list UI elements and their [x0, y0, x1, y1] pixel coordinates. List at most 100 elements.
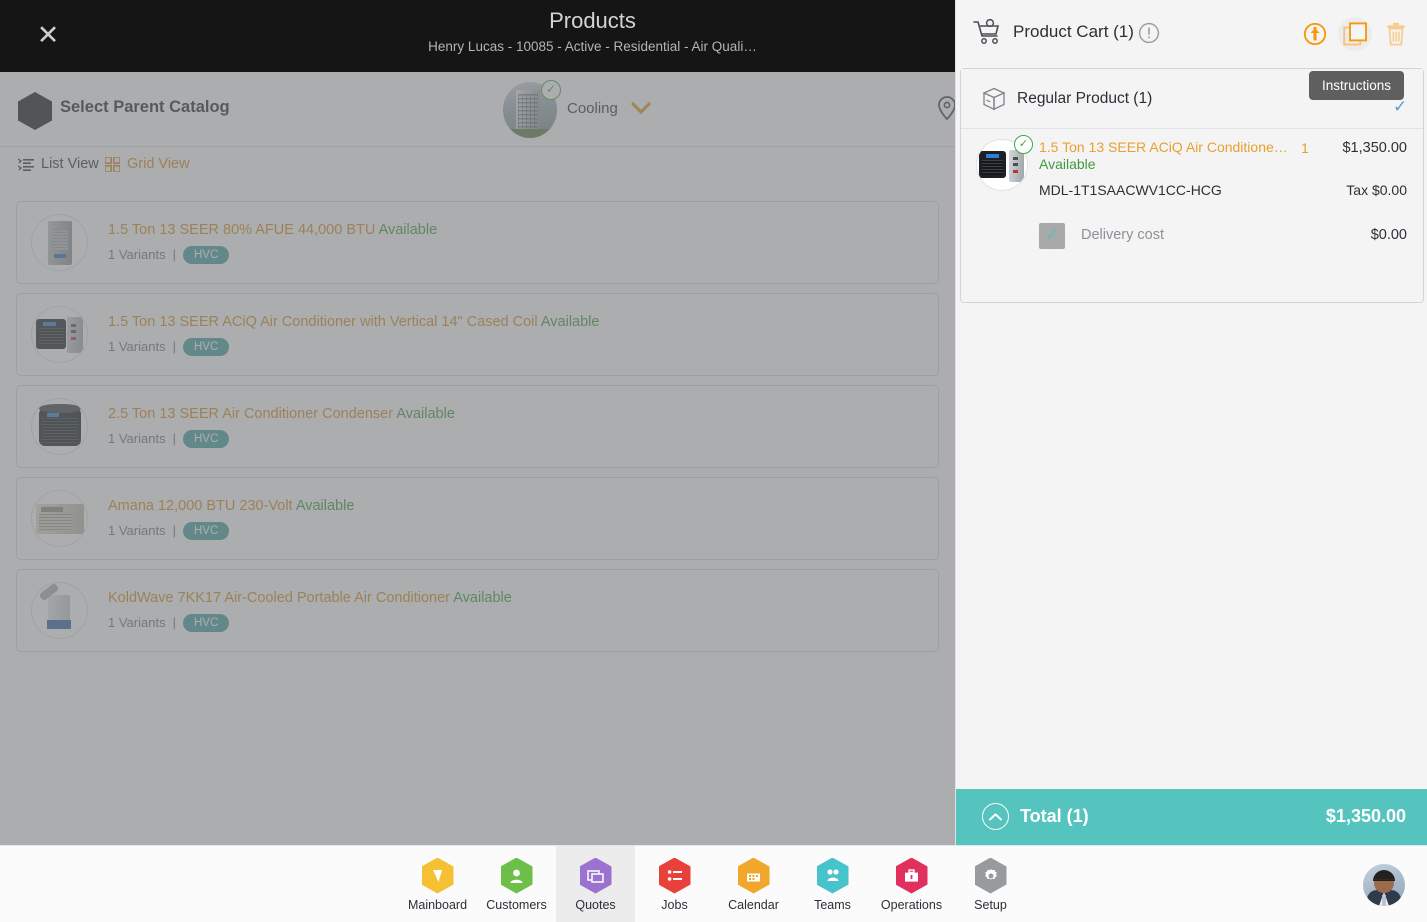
separator: | — [172, 247, 176, 262]
cart-total-bar: Total (1) $1,350.00 — [956, 789, 1427, 845]
delivery-cost-label: Delivery cost — [1081, 227, 1164, 243]
mainboard-icon — [421, 857, 454, 894]
separator: | — [172, 339, 176, 354]
cart-item-quantity[interactable]: 1 — [1301, 140, 1309, 156]
nav-label: Jobs — [661, 897, 688, 912]
gear-icon — [974, 857, 1007, 894]
nav-label: Mainboard — [407, 897, 468, 912]
teams-icon — [816, 857, 849, 894]
variant-count: 1 Variants — [108, 247, 166, 262]
package-box-icon — [982, 87, 1006, 116]
category-badge: HVC — [182, 613, 230, 632]
quotes-icon — [579, 857, 612, 894]
nav-item-quotes[interactable]: Quotes — [556, 846, 635, 922]
check-icon[interactable]: ✓ — [1393, 97, 1407, 117]
cart-group-label: Regular Product (1) — [1017, 90, 1153, 107]
list-view-toggle[interactable]: List View — [18, 156, 99, 172]
product-title[interactable]: KoldWave 7KK17 Air-Cooled Portable Air C… — [108, 590, 924, 607]
nav-item-customers[interactable]: Customers — [477, 846, 556, 922]
delivery-cost-amount: $0.00 — [1370, 227, 1407, 243]
hexagon-icon — [18, 92, 52, 130]
grid-view-toggle[interactable]: Grid View — [105, 156, 190, 172]
nav-label: Operations — [880, 897, 943, 912]
app-root: Select Parent Catalog ✓ Cooling List Vie… — [0, 0, 1427, 922]
cart-product-group: Regular Product (1) ✓ Instructions ✓ 1.5… — [960, 68, 1424, 303]
chevron-up-circle-icon[interactable] — [982, 803, 1009, 830]
upload-button[interactable] — [1298, 17, 1332, 51]
product-title[interactable]: Amana 12,000 BTU 230-Volt Available — [108, 498, 924, 515]
nav-label: Teams — [814, 897, 851, 912]
availability-status: Available — [540, 313, 600, 330]
list-icon — [658, 857, 691, 894]
product-row[interactable]: 1.5 Ton 13 SEER 80% AFUE 44,000 BTU Avai… — [16, 201, 939, 284]
total-label: Total (1) — [1020, 806, 1089, 826]
nav-item-mainboard[interactable]: Mainboard — [398, 846, 477, 922]
nav-item-jobs[interactable]: Jobs — [635, 846, 714, 922]
variant-count: 1 Variants — [108, 615, 166, 630]
product-title[interactable]: 2.5 Ton 13 SEER Air Conditioner Condense… — [108, 406, 924, 423]
product-row[interactable]: 2.5 Ton 13 SEER Air Conditioner Condense… — [16, 385, 939, 468]
category-badge: HVC — [182, 337, 230, 356]
category-badge: HVC — [182, 521, 230, 540]
trash-icon — [1387, 22, 1405, 46]
bottom-navigation: Mainboard Customers Quotes Jobs Calendar… — [0, 845, 1427, 922]
cart-group-header: Regular Product (1) ✓ Instructions — [961, 69, 1423, 129]
location-pin-icon[interactable] — [938, 96, 955, 125]
product-list: 1.5 Ton 13 SEER 80% AFUE 44,000 BTU Avai… — [0, 191, 955, 845]
nav-item-operations[interactable]: Operations — [872, 846, 951, 922]
avatar[interactable] — [1363, 864, 1405, 906]
shopping-cart-icon — [973, 18, 1003, 50]
catalog-bar: Select Parent Catalog — [0, 72, 955, 147]
duplicate-button[interactable] — [1338, 17, 1372, 51]
chevron-down-icon[interactable] — [630, 101, 652, 120]
variant-count: 1 Variants — [108, 523, 166, 538]
total-amount: $1,350.00 — [1325, 806, 1406, 826]
product-title[interactable]: 1.5 Ton 13 SEER ACiQ Air Conditioner wit… — [108, 314, 924, 331]
nav-label: Customers — [486, 897, 547, 912]
grid-view-label: Grid View — [127, 156, 190, 172]
list-view-label: List View — [41, 156, 99, 172]
product-title[interactable]: 1.5 Ton 13 SEER 80% AFUE 44,000 BTU Avai… — [108, 222, 924, 239]
category-badge: HVC — [182, 429, 230, 448]
product-cart-panel: Product Cart (1) Regular Product (1) ✓ I… — [955, 0, 1427, 922]
select-parent-catalog-label[interactable]: Select Parent Catalog — [60, 98, 230, 117]
product-row[interactable]: 1.5 Ton 13 SEER ACiQ Air Conditioner wit… — [16, 293, 939, 376]
page-subtitle: Henry Lucas - 10085 - Active - Residenti… — [428, 39, 757, 54]
separator: | — [172, 431, 176, 446]
cart-item-name[interactable]: 1.5 Ton 13 SEER ACiQ Air Conditione… Avai… — [1039, 139, 1293, 173]
category-badge: HVC — [182, 245, 230, 264]
nav-item-teams[interactable]: Teams — [793, 846, 872, 922]
modal-header: ✕ Products Henry Lucas - 10085 - Active … — [0, 0, 955, 72]
briefcase-icon — [895, 857, 928, 894]
nav-label: Setup — [974, 897, 1007, 912]
product-thumbnail — [31, 490, 88, 547]
check-circle-icon: ✓ — [541, 80, 561, 100]
page-title: Products — [549, 8, 636, 33]
variant-count: 1 Variants — [108, 339, 166, 354]
cart-item-status: Available — [1039, 156, 1096, 172]
availability-status: Available — [396, 405, 455, 422]
product-row[interactable]: KoldWave 7KK17 Air-Cooled Portable Air C… — [16, 569, 939, 652]
product-thumbnail — [31, 306, 88, 363]
cart-header: Product Cart (1) — [956, 0, 1427, 68]
products-modal: Select Parent Catalog ✓ Cooling List Vie… — [0, 0, 955, 845]
cart-item-model: MDL-1T1SAACWV1CC-HCG — [1039, 182, 1222, 198]
exclamation-circle-icon[interactable] — [1138, 22, 1160, 49]
delete-button[interactable] — [1379, 17, 1413, 51]
cart-item-price: $1,350.00 — [1342, 140, 1407, 156]
cart-item-tax: Tax $0.00 — [1346, 182, 1407, 198]
nav-item-calendar[interactable]: Calendar — [714, 846, 793, 922]
calendar-icon — [737, 857, 770, 894]
product-row[interactable]: Amana 12,000 BTU 230-Volt Available 1 Va… — [16, 477, 939, 560]
copy-icon — [1342, 21, 1367, 45]
nav-label: Quotes — [575, 897, 616, 912]
catalog-thumbnail[interactable]: ✓ — [503, 80, 563, 138]
delivery-cost-checkbox[interactable]: ✓ — [1039, 223, 1065, 249]
list-view-icon — [18, 158, 34, 171]
nav-item-setup[interactable]: Setup — [951, 846, 1030, 922]
availability-status: Available — [295, 497, 355, 514]
product-thumbnail — [31, 398, 88, 455]
variant-count: 1 Variants — [108, 431, 166, 446]
grid-view-icon — [105, 156, 120, 172]
selected-catalog-name[interactable]: Cooling — [567, 100, 618, 117]
